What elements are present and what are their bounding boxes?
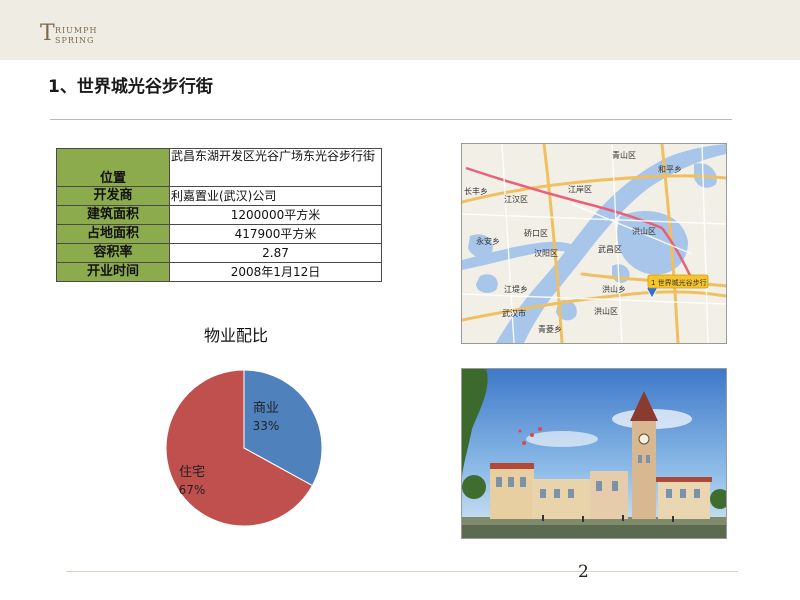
pie-value-label: 33% — [253, 419, 280, 433]
chart-title: 物业配比 — [204, 326, 269, 345]
title-divider — [50, 119, 732, 120]
map-label: 洪山区 — [632, 226, 656, 236]
plot-ratio-value: 2.87 — [169, 243, 382, 263]
map-label: 汉阳区 — [534, 249, 558, 258]
table-row: 容积率 2.87 — [56, 243, 382, 263]
map-label: 硚口区 — [524, 229, 548, 238]
page-number: 2 — [578, 562, 589, 582]
map-label: 武汉市 — [502, 308, 526, 318]
slide-title: 1、世界城光谷步行街 — [48, 77, 213, 97]
location-label: 位置 — [56, 148, 170, 187]
table-row: 开发商 利嘉置业(武汉)公司 — [56, 186, 382, 206]
table-row: 占地面积 417900平方米 — [56, 224, 382, 244]
map-label: 江汉区 — [504, 195, 528, 204]
developer-label: 开发商 — [56, 186, 170, 206]
brand-logo: T RIUMPH SPRING — [40, 22, 120, 50]
map-callout: 1 世界城光谷步行 — [651, 278, 707, 287]
map-label: 和平乡 — [658, 165, 682, 174]
map-label: 武昌区 — [598, 244, 622, 254]
location-map[interactable]: 青山区 和平乡 长丰乡 江汉区 江岸区 硚口区 汉阳区 武昌区 洪山区 洪山乡 … — [461, 143, 727, 344]
opening-date-label: 开业时间 — [56, 262, 170, 282]
logo-initial: T — [40, 21, 55, 46]
land-area-value: 417900平方米 — [169, 224, 382, 244]
table-row: 建筑面积 1200000平方米 — [56, 205, 382, 225]
plot-ratio-label: 容积率 — [56, 243, 170, 263]
project-info-table: 位置 武昌东湖开发区光谷广场东光谷步行街 开发商 利嘉置业(武汉)公司 建筑面积… — [56, 148, 382, 282]
map-label: 洪山乡 — [602, 284, 626, 294]
map-label: 洪山区 — [594, 306, 618, 316]
floor-area-label: 建筑面积 — [56, 205, 170, 225]
map-label: 永安乡 — [476, 236, 500, 246]
logo-line1: RIUMPH — [55, 26, 98, 35]
header-band: T RIUMPH SPRING — [0, 0, 800, 60]
table-row: 开业时间 2008年1月12日 — [56, 262, 382, 282]
map-label: 青菱乡 — [538, 324, 562, 334]
street-rendering-image — [461, 368, 727, 539]
map-label: 长丰乡 — [464, 186, 488, 196]
table-row: 位置 武昌东湖开发区光谷广场东光谷步行街 — [56, 148, 382, 187]
pie-category-label: 住宅 — [179, 465, 205, 480]
pie-chart: 商业 33% 住宅 67% — [165, 369, 323, 527]
map-label: 江堤乡 — [504, 284, 528, 294]
logo-line2: SPRING — [55, 36, 95, 45]
land-area-label: 占地面积 — [56, 224, 170, 244]
map-label: 青山区 — [612, 150, 636, 160]
floor-area-value: 1200000平方米 — [169, 205, 382, 225]
developer-value: 利嘉置业(武汉)公司 — [169, 186, 382, 206]
pie-category-label: 商业 — [253, 401, 279, 416]
map-label: 江岸区 — [568, 185, 592, 194]
pie-value-label: 67% — [179, 483, 206, 497]
opening-date-value: 2008年1月12日 — [169, 262, 382, 282]
footer-divider — [66, 571, 738, 572]
location-value: 武昌东湖开发区光谷广场东光谷步行街 — [169, 148, 382, 187]
